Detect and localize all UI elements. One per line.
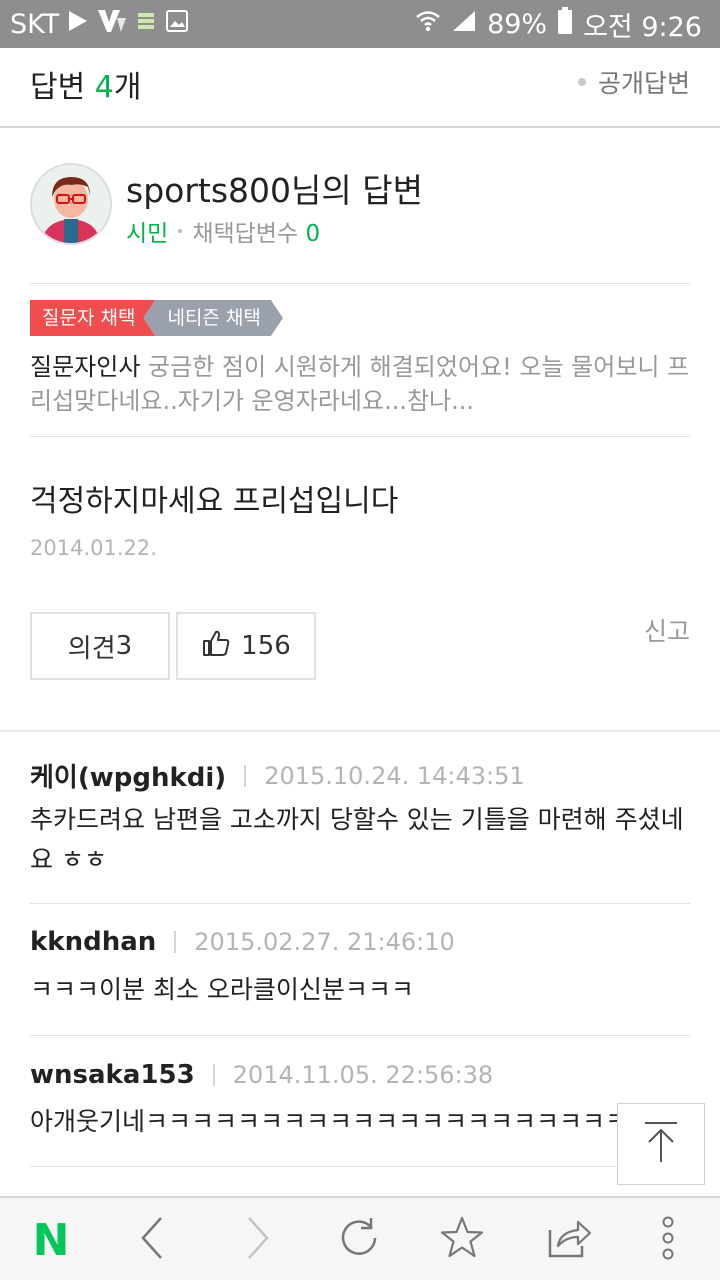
like-button[interactable]: 156 [176,612,316,680]
separator [174,931,177,953]
share-button[interactable] [537,1208,601,1272]
comment-text: 아개웃기네ㅋㅋㅋㅋㅋㅋㅋㅋㅋㅋㅋㅋㅋㅋㅋㅋㅋㅋㅋㅋㅋㅋㅋㅋㅋ [30,1107,650,1136]
refresh-button[interactable] [327,1208,391,1272]
scroll-to-top-button[interactable] [617,1103,705,1185]
more-menu-button[interactable] [636,1208,700,1272]
separator [244,764,247,787]
author-meta: 시민 채택답변수 0 [126,214,320,248]
public-answer-filter[interactable]: 공개답변 [577,64,690,100]
v3-app-icon [97,8,127,41]
answer-author[interactable]: sports800님의 답변 [126,164,423,212]
author-rank: 시민 [126,221,169,247]
wifi-icon [415,9,441,40]
divider [30,283,690,284]
comment-time: 2015.10.24. 14:43:51 [264,761,525,790]
naver-logo-icon: N [32,1214,70,1266]
separator-dot [178,229,183,233]
thanks-label: 질문자인사 [30,353,141,381]
divider [30,436,690,437]
browser-toolbar: N [0,1196,720,1280]
adopt-label: 채택답변수 0 [192,221,321,247]
comment-user[interactable]: wnsaka153 [30,1060,195,1090]
refresh-icon [337,1216,381,1264]
back-button[interactable] [120,1208,184,1272]
asker-adopted-badge: 질문자 채택 [30,300,155,336]
forward-button[interactable] [226,1208,290,1272]
report-link[interactable]: 신고 [644,612,690,648]
answer-count: 4 [94,70,114,105]
bookmark-button[interactable] [430,1208,494,1272]
comment-time: 2015.02.27. 21:46:10 [194,928,455,956]
netizen-adopted-badge: 네티즌 채택 [143,300,282,336]
opinion-count: 3 [115,631,133,661]
comment-text: 추카드려요 남편을 고소까지 당할수 있는 기틀을 마련해 주셨네요 ㅎㅎ [30,805,684,874]
comment-header: wnsaka153 2014.11.05. 22:56:38 [30,1060,493,1090]
battery-icon [557,6,573,42]
divider [30,903,690,904]
battery-percent: 89% [487,8,548,40]
bullet-icon [577,78,586,86]
star-icon [439,1215,485,1265]
comment-text: ㅋㅋㅋ이분 최소 오라클이신분ㅋㅋㅋ [30,975,414,1004]
answer-date: 2014.01.22. [30,536,157,560]
like-count: 156 [241,631,291,661]
adoption-badges: 질문자 채택 네티즌 채택 [30,300,283,336]
more-vertical-icon [660,1216,676,1264]
play-icon [67,9,89,40]
carrier-label: SKT [10,8,60,40]
naver-home-button[interactable]: N [19,1208,83,1272]
divider [30,1166,690,1167]
chevron-left-icon [137,1216,167,1264]
comment-header: 케이(wpghkdi) 2015.10.24. 14:43:51 [30,757,525,794]
comment-user[interactable]: 케이(wpghkdi) [30,757,226,794]
section-divider [0,730,720,732]
comment-user[interactable]: kkndhan [30,927,156,957]
storage-icon [135,9,157,40]
clock: 오전 9:26 [583,11,702,43]
signal-icon [451,9,477,40]
arrow-up-icon [641,1120,681,1168]
avatar[interactable] [30,163,112,245]
gallery-icon [165,9,189,40]
answers-header: 답변 4개 공개답변 [0,48,720,128]
comment-header: kkndhan 2015.02.27. 21:46:10 [30,927,455,957]
answer-body: 걱정하지마세요 프리섭입니다 [30,484,399,519]
status-bar: SKT 89% 오전 9:26 [0,0,720,48]
answers-title: 답변 4개 [30,70,142,105]
asker-thanks: 질문자인사 궁금한 점이 시원하게 해결되었어요! 오늘 물어보니 프리섭맞다네… [30,350,690,418]
divider [30,1035,690,1036]
adopt-count: 0 [305,221,321,247]
separator [212,1064,215,1086]
chevron-right-icon [243,1216,273,1264]
share-icon [546,1216,592,1264]
opinion-button[interactable]: 의견 3 [30,612,170,680]
comment-time: 2014.11.05. 22:56:38 [232,1061,494,1089]
thumbs-up-icon [201,628,231,665]
